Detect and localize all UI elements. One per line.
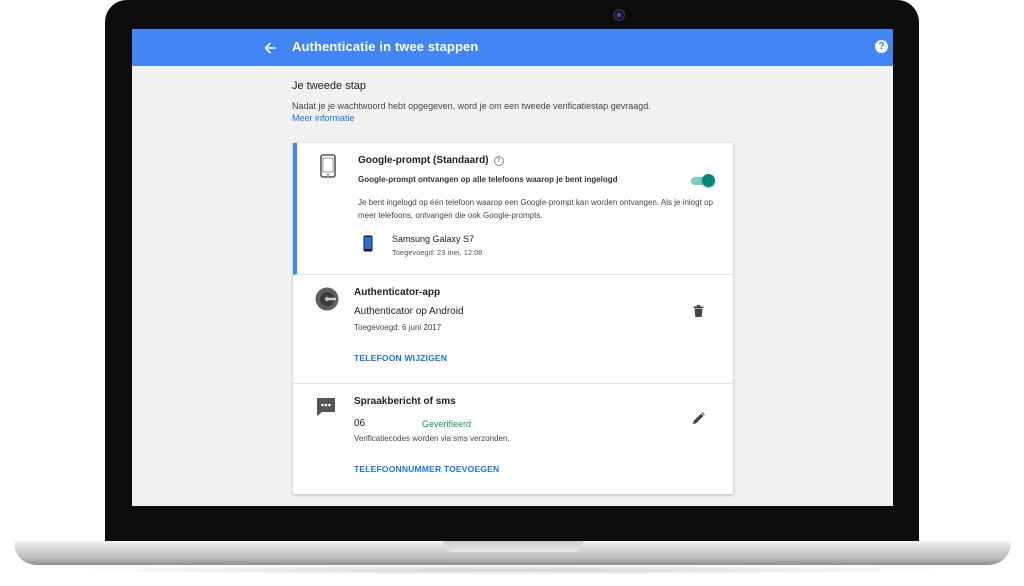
smartphone-icon	[363, 235, 373, 257]
webcam-icon	[613, 9, 625, 21]
back-arrow-icon[interactable]	[260, 38, 280, 58]
authenticator-added: Toegevoegd: 6 juni 2017	[354, 323, 442, 332]
second-step-card: Google-prompt (Standaard)? Google-prompt…	[293, 143, 733, 494]
authenticator-title: Authenticator-app	[354, 287, 441, 298]
more-info-link[interactable]: Meer informatie	[292, 113, 733, 123]
laptop-notch	[443, 541, 583, 552]
google-prompt-toggle[interactable]	[689, 174, 715, 187]
device-added: Toegevoegd: 23 mei, 12:08	[392, 248, 483, 257]
sms-description: Verificatiecodes worden via sms verzonde…	[354, 434, 510, 443]
section-heading: Je tweede stap	[292, 80, 366, 92]
change-phone-button[interactable]: TELEFOON WIJZIGEN	[354, 353, 447, 363]
message-icon	[315, 396, 337, 423]
google-prompt-title: Google-prompt (Standaard)?	[358, 155, 504, 166]
screen: Authenticatie in twee stappen ? Je tweed…	[132, 29, 893, 506]
authenticator-icon	[315, 287, 339, 316]
intro-section: Je tweede stap Nadat je je wachtwoord he…	[292, 80, 733, 123]
google-prompt-subtitle: Google-prompt ontvangen op alle telefoon…	[358, 175, 618, 184]
app-bar: Authenticatie in twee stappen ?	[132, 29, 893, 66]
add-phone-number-button[interactable]: TELEFOONNUMMER TOEVOEGEN	[354, 464, 499, 474]
sms-title: Spraakbericht of sms	[354, 396, 456, 407]
authenticator-section: Authenticator-app Authenticator op Andro…	[293, 275, 733, 384]
authenticator-value: Authenticator op Android	[354, 306, 464, 317]
trash-icon[interactable]	[693, 304, 704, 322]
google-prompt-title-text: Google-prompt (Standaard)	[358, 155, 489, 166]
sms-number: 06	[354, 418, 366, 429]
laptop-shadow	[60, 565, 964, 575]
phone-icon	[320, 154, 336, 183]
page-title: Authenticatie in twee stappen	[292, 39, 479, 54]
toggle-knob	[702, 174, 715, 187]
edit-icon[interactable]	[692, 412, 705, 430]
google-prompt-section: Google-prompt (Standaard)? Google-prompt…	[293, 143, 733, 275]
verified-status: Geverifieerd	[422, 419, 472, 429]
help-icon[interactable]: ?	[875, 40, 888, 53]
google-prompt-description: Je bent ingelogd op één telefoon waarop …	[358, 198, 713, 220]
device-name: Samsung Galaxy S7	[392, 234, 475, 244]
intro-text: Nadat je je wachtwoord hebt opgegeven, w…	[292, 101, 651, 111]
help-icon[interactable]: ?	[493, 156, 504, 166]
sms-section: Spraakbericht of sms 06 Geverifieerd Ver…	[293, 384, 733, 494]
